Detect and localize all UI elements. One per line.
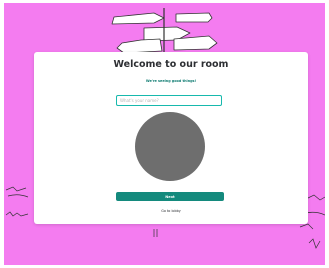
join-room-card: Welcome to our room We're seeing good th… — [34, 52, 308, 224]
name-input[interactable] — [116, 95, 222, 106]
avatar[interactable] — [135, 112, 205, 181]
subtitle: We're seeing good things! — [145, 79, 197, 83]
room-background: Welcome to our room We're seeing good th… — [4, 3, 325, 265]
page-title: Welcome to our room — [113, 59, 229, 70]
lobby-link[interactable]: Go to lobby — [34, 209, 308, 213]
next-button[interactable]: Next — [116, 192, 224, 201]
